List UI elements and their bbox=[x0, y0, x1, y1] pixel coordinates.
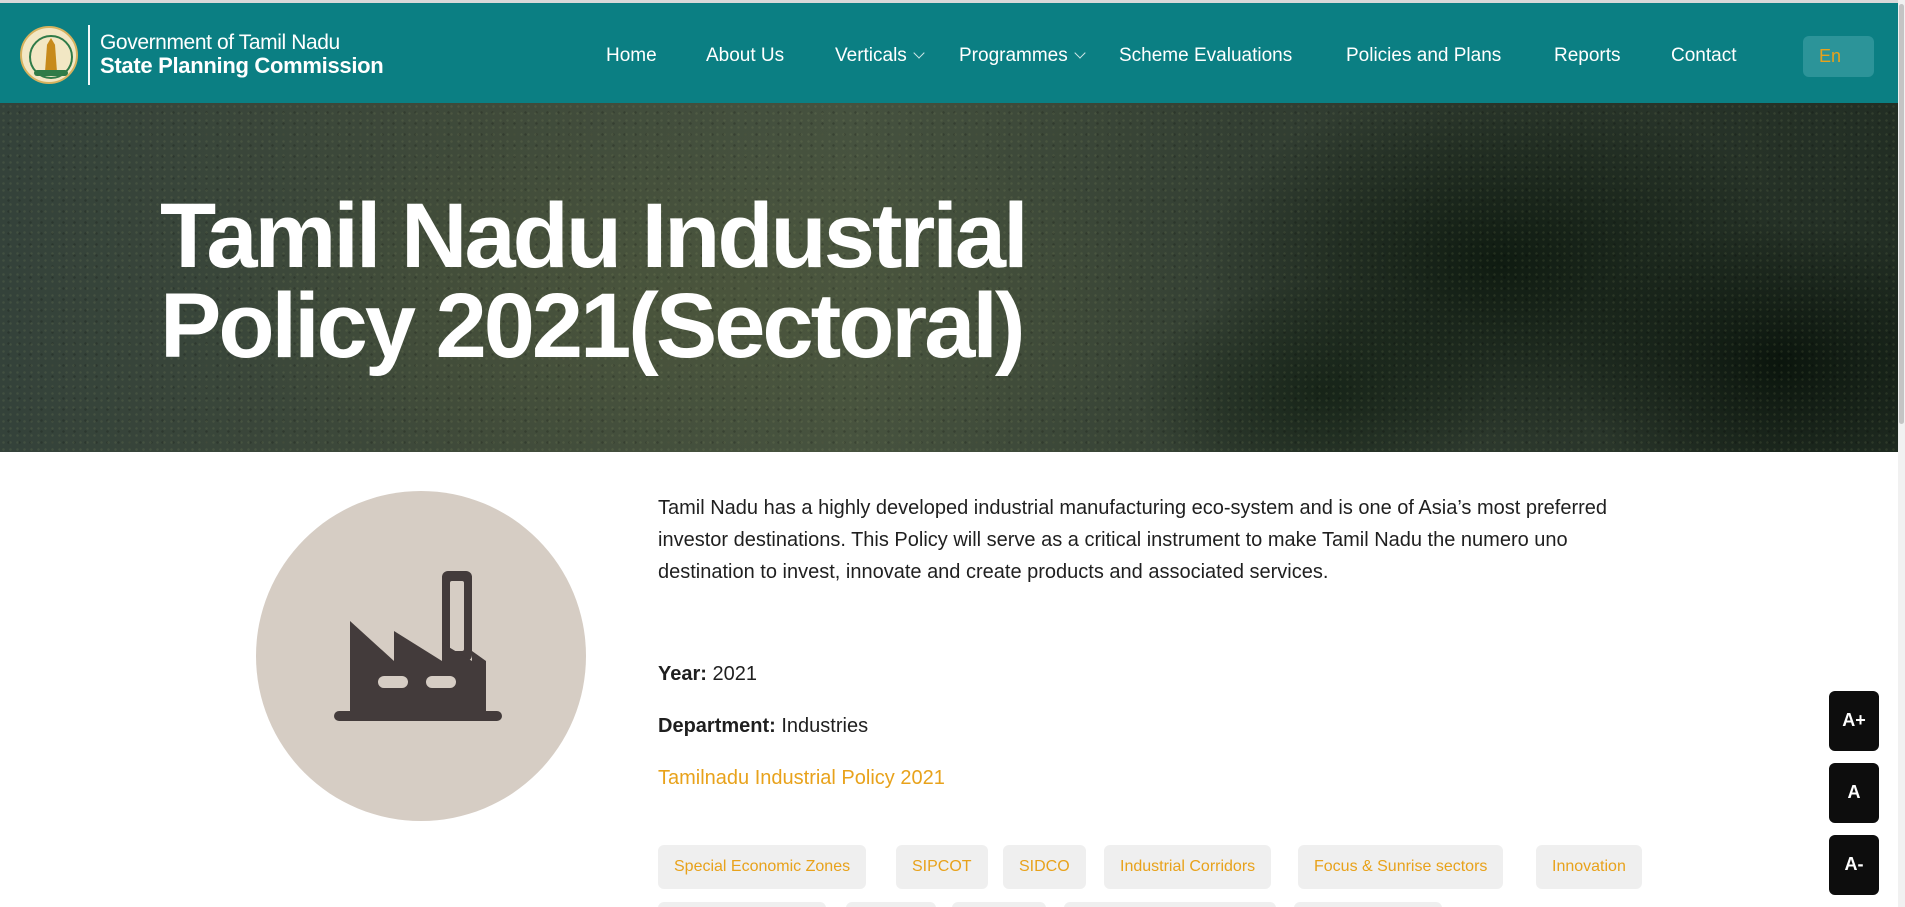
hero-banner: Tamil Nadu Industrial Policy 2021(Sector… bbox=[0, 103, 1898, 452]
tag-partial[interactable] bbox=[952, 902, 1046, 907]
brand-line-commission: State Planning Commission bbox=[100, 53, 384, 79]
policy-document-link[interactable]: Tamilnadu Industrial Policy 2021 bbox=[658, 767, 945, 790]
factory-icon bbox=[334, 571, 502, 721]
page-title: Tamil Nadu Industrial Policy 2021(Sector… bbox=[160, 190, 1060, 372]
year-label: Year: bbox=[658, 663, 707, 685]
brand-divider bbox=[88, 25, 90, 85]
year-value: 2021 bbox=[712, 663, 758, 685]
page-title-line2: Policy 2021(Sectoral) bbox=[160, 275, 1026, 377]
department-label: Department: bbox=[658, 715, 776, 737]
font-reset-button[interactable]: A bbox=[1829, 763, 1879, 823]
nav-reports[interactable]: Reports bbox=[1554, 45, 1621, 67]
nav-verticals[interactable]: Verticals bbox=[835, 45, 925, 67]
tag-special-economic-zones[interactable]: Special Economic Zones bbox=[658, 845, 867, 889]
nav-programmes[interactable]: Programmes bbox=[959, 45, 1086, 67]
nav-programmes-label: Programmes bbox=[959, 45, 1068, 66]
tamil-nadu-emblem-icon bbox=[20, 26, 78, 84]
brand-logo-link[interactable]: Government of Tamil Nadu State Planning … bbox=[20, 23, 384, 87]
tag-partial[interactable] bbox=[846, 902, 936, 907]
tag-partial[interactable] bbox=[1064, 902, 1276, 907]
nav-contact[interactable]: Contact bbox=[1671, 45, 1736, 67]
chevron-down-icon bbox=[1074, 47, 1086, 59]
tag-focus-sunrise-sectors[interactable]: Focus & Sunrise sectors bbox=[1298, 845, 1504, 889]
nav-about-us[interactable]: About Us bbox=[706, 45, 784, 67]
policy-year: Year: 2021 bbox=[658, 663, 757, 686]
page: Government of Tamil Nadu State Planning … bbox=[0, 0, 1905, 907]
site-header: Government of Tamil Nadu State Planning … bbox=[0, 0, 1898, 103]
tag-partial[interactable] bbox=[658, 902, 826, 907]
brand-line-government: Government of Tamil Nadu bbox=[100, 31, 340, 55]
policy-icon-badge bbox=[256, 491, 586, 821]
tag-industrial-corridors[interactable]: Industrial Corridors bbox=[1104, 845, 1272, 889]
tag-innovation[interactable]: Innovation bbox=[1536, 845, 1642, 889]
nav-policies-and-plans[interactable]: Policies and Plans bbox=[1346, 45, 1501, 67]
font-decrease-button[interactable]: A- bbox=[1829, 835, 1879, 895]
nav-scheme-evaluations[interactable]: Scheme Evaluations bbox=[1119, 45, 1292, 67]
brand-text: Government of Tamil Nadu State Planning … bbox=[100, 31, 384, 79]
tag-partial[interactable] bbox=[1294, 902, 1442, 907]
chevron-down-icon bbox=[913, 47, 925, 59]
department-value: Industries bbox=[781, 715, 869, 737]
language-selector[interactable]: En bbox=[1803, 36, 1874, 77]
page-scrollbar-thumb[interactable] bbox=[1899, 4, 1904, 424]
font-increase-button[interactable]: A+ bbox=[1829, 691, 1879, 751]
policy-description: Tamil Nadu has a highly developed indust… bbox=[658, 497, 1608, 583]
tag-sidco[interactable]: SIDCO bbox=[1003, 845, 1086, 889]
tag-sipcot[interactable]: SIPCOT bbox=[896, 845, 988, 889]
nav-verticals-label: Verticals bbox=[835, 45, 907, 66]
policy-department: Department: Industries bbox=[658, 715, 868, 738]
page-title-line1: Tamil Nadu Industrial bbox=[160, 185, 1029, 287]
nav-home[interactable]: Home bbox=[606, 45, 657, 67]
